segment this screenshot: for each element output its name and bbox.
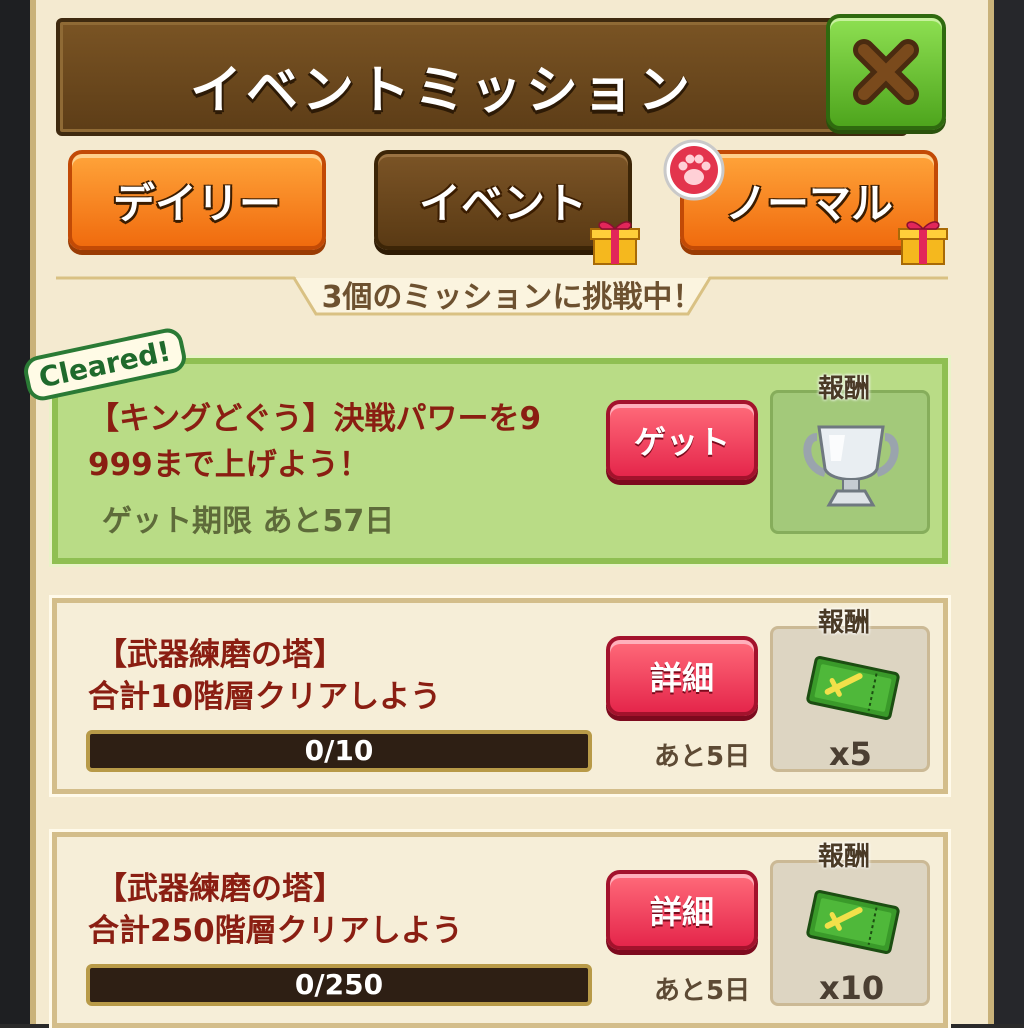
reward-count: x10	[819, 969, 885, 1007]
mission-title-line1: 【キングどぐう】決戦パワーを9	[88, 401, 542, 437]
close-button[interactable]	[826, 14, 946, 130]
background-right	[994, 0, 1024, 1024]
mission-title-line2: 999まで上げよう！	[88, 447, 370, 483]
button-label: ゲット	[633, 423, 730, 461]
get-reward-button[interactable]: ゲット	[606, 400, 758, 480]
mission-title-line2: 合計250階層クリアしよう	[88, 913, 463, 949]
remaining-days: あと5日	[654, 976, 751, 1006]
mission-deadline: ゲット期限 あと57日	[102, 504, 395, 539]
reward-count: x5	[829, 735, 872, 773]
tab-label: ノーマル	[724, 178, 893, 228]
details-button[interactable]: 詳細	[606, 636, 758, 716]
reward-box	[770, 390, 930, 534]
tab-label: デイリー	[112, 178, 281, 228]
mission-title-line1: 【武器練磨の塔】	[96, 637, 344, 673]
tab-daily[interactable]: デイリー	[68, 150, 326, 250]
gift-icon	[590, 221, 640, 265]
progress-bar: 0/10	[86, 730, 592, 772]
mission-count-text: 3個のミッションに挑戦中！	[321, 280, 703, 315]
reward-box: x10	[770, 860, 930, 1007]
reward-label: 報酬	[818, 608, 871, 638]
button-label: 詳細	[649, 893, 714, 931]
close-icon	[853, 39, 919, 105]
paw-badge-icon	[663, 139, 725, 201]
ticket-icon	[806, 890, 900, 954]
progress-bar: 0/250	[86, 964, 592, 1006]
ticket-icon	[806, 656, 900, 720]
progress-text: 0/10	[304, 734, 374, 767]
trophy-icon	[803, 425, 899, 507]
tab-label: イベント	[418, 178, 587, 228]
button-label: 詳細	[649, 659, 714, 697]
remaining-days: あと5日	[654, 742, 751, 772]
gift-icon	[898, 221, 948, 265]
details-button[interactable]: 詳細	[606, 870, 758, 950]
reward-label: 報酬	[818, 374, 871, 404]
reward-box: x5	[770, 626, 930, 773]
header-bar: イベントミッション	[56, 18, 908, 136]
mission-title-line2: 合計10階層クリアしよう	[88, 679, 442, 715]
background-left	[0, 0, 30, 1024]
page-title: イベントミッション	[189, 61, 694, 121]
progress-text: 0/250	[294, 968, 384, 1001]
reward-label: 報酬	[818, 842, 871, 872]
mission-title-line1: 【武器練磨の塔】	[96, 871, 344, 907]
